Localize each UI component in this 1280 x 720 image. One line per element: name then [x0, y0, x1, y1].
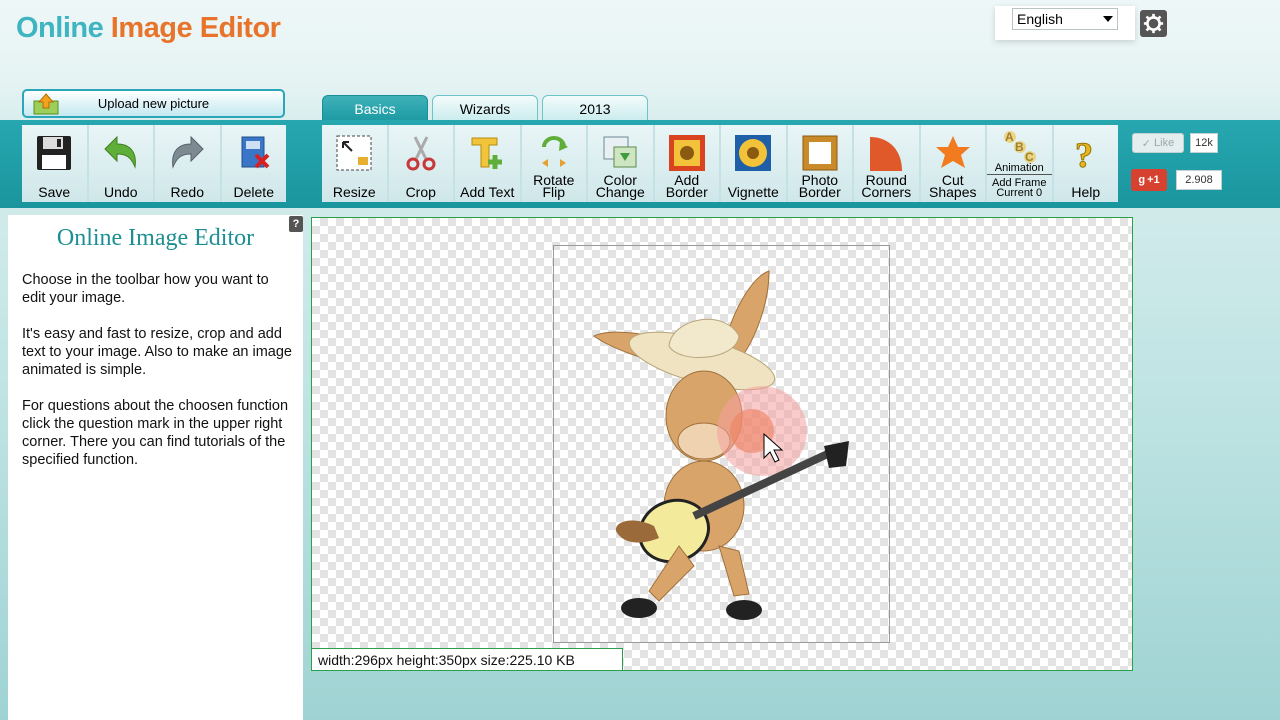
tool-label: Add Frame Current 0 [992, 177, 1047, 199]
logo-word-online: Online [16, 12, 104, 44]
panel-paragraph: For questions about the choosen function… [22, 398, 289, 468]
panel-title: Online Image Editor [56, 225, 255, 251]
scissors-icon [406, 136, 436, 171]
upload-label: Upload new picture [97, 96, 210, 111]
donkey-guitar-image [593, 270, 849, 620]
check-icon: ✓ [1141, 137, 1152, 150]
tool-label: Add Border [665, 172, 708, 200]
floppy-disk-icon [37, 136, 72, 170]
tab-label: Wizards [459, 100, 511, 117]
tool-label: Add Text [460, 184, 515, 200]
google-plus-button[interactable]: g +1 [1131, 169, 1167, 191]
logo-word-image: Image [110, 12, 193, 44]
language-box: English [995, 6, 1135, 40]
toolbar-file-group: Save Undo Redo Delete [22, 125, 286, 202]
facebook-like-button[interactable]: ✓ Like [1132, 133, 1184, 153]
gplus-label: +1 [1147, 174, 1160, 186]
chevron-down-icon [1103, 16, 1113, 22]
photo-border-button[interactable]: Photo Border [787, 125, 852, 202]
color-change-button[interactable]: Color Change [588, 125, 653, 202]
image-frame[interactable] [553, 245, 890, 643]
delete-button[interactable]: Delete [221, 125, 286, 202]
add-border-button[interactable]: Add Border [654, 125, 719, 202]
tab-label: 2013 [579, 100, 611, 117]
tool-label: Delete [233, 184, 274, 200]
svg-text:?: ? [1075, 135, 1093, 173]
info-panel: Online Image Editor Choose in the toolba… [8, 215, 303, 720]
logo-word-editor: Editor [199, 12, 281, 44]
round-corners-button[interactable]: Round Corners [854, 125, 919, 202]
tool-label: Undo [104, 184, 138, 200]
resize-icon [336, 135, 372, 171]
redo-arrow-icon [172, 135, 204, 169]
image-info-bar: width:296px height:350px size:225.10 KB [311, 648, 623, 671]
animation-icon: A B C [1004, 130, 1037, 164]
tool-label: Round Corners [861, 172, 912, 200]
vignette-icon [735, 135, 772, 171]
site-logo[interactable]: Online Image Editor [16, 12, 281, 45]
toolbar-edit-group: Resize Crop Add Text Rotate Flip Color C… [322, 125, 1118, 202]
gear-icon[interactable] [1140, 10, 1167, 37]
tab-label: Basics [354, 100, 396, 117]
tab-2013[interactable]: 2013 [542, 95, 648, 121]
panel-paragraph: It's easy and fast to resize, crop and a… [22, 326, 292, 378]
add-border-icon [668, 135, 705, 171]
like-count: 12k [1190, 133, 1218, 153]
tool-label: Rotate Flip [533, 172, 575, 200]
language-select[interactable]: English [1012, 8, 1118, 30]
tool-label: Color Change [595, 172, 645, 200]
gplus-icon: g [1138, 174, 1146, 186]
cut-shapes-button[interactable]: Cut Shapes [920, 125, 985, 202]
gplus-count: 2.908 [1176, 170, 1222, 190]
tab-wizards[interactable]: Wizards [432, 95, 538, 121]
redo-button[interactable]: Redo [155, 125, 220, 202]
crop-button[interactable]: Crop [388, 125, 453, 202]
animation-button[interactable]: A B C Animation Add Frame Current 0 [987, 125, 1052, 202]
panel-paragraph: Choose in the toolbar how you want to ed… [22, 272, 269, 306]
rotate-icon [541, 136, 568, 167]
add-text-button[interactable]: Add Text [455, 125, 520, 202]
rotate-flip-button[interactable]: Rotate Flip [521, 125, 586, 202]
tool-label: Photo Border [798, 172, 841, 200]
color-change-icon [603, 136, 637, 168]
resize-button[interactable]: Resize [322, 125, 387, 202]
upload-icon [33, 93, 59, 115]
add-text-icon [471, 137, 503, 169]
save-button[interactable]: Save [22, 125, 87, 202]
photo-border-icon [802, 135, 838, 171]
panel-text: Choose in the toolbar how you want to ed… [22, 271, 292, 487]
round-corners-icon [870, 137, 903, 171]
tool-label: Save [38, 184, 71, 200]
cut-shapes-icon [935, 136, 970, 168]
panel-help-icon[interactable]: ? [289, 216, 303, 232]
delete-file-icon [241, 136, 270, 169]
tool-label: Redo [170, 184, 204, 200]
help-question-icon: ? [1074, 135, 1093, 174]
vignette-button[interactable]: Vignette [721, 125, 786, 202]
undo-button[interactable]: Undo [88, 125, 153, 202]
undo-arrow-icon [104, 135, 136, 169]
language-value: English [1017, 11, 1063, 27]
like-label: Like [1154, 137, 1175, 149]
tool-label: Resize [332, 184, 376, 200]
tool-label: Cut Shapes [929, 172, 977, 200]
tool-label: Vignette [727, 184, 779, 200]
help-button[interactable]: ? Help [1053, 125, 1118, 202]
tool-label: Crop [405, 184, 436, 200]
animation-icon-label: Animation [987, 163, 1052, 175]
tab-basics[interactable]: Basics [322, 95, 428, 121]
upload-new-picture-button[interactable]: Upload new picture [22, 89, 285, 118]
tool-label: Help [1071, 184, 1101, 200]
